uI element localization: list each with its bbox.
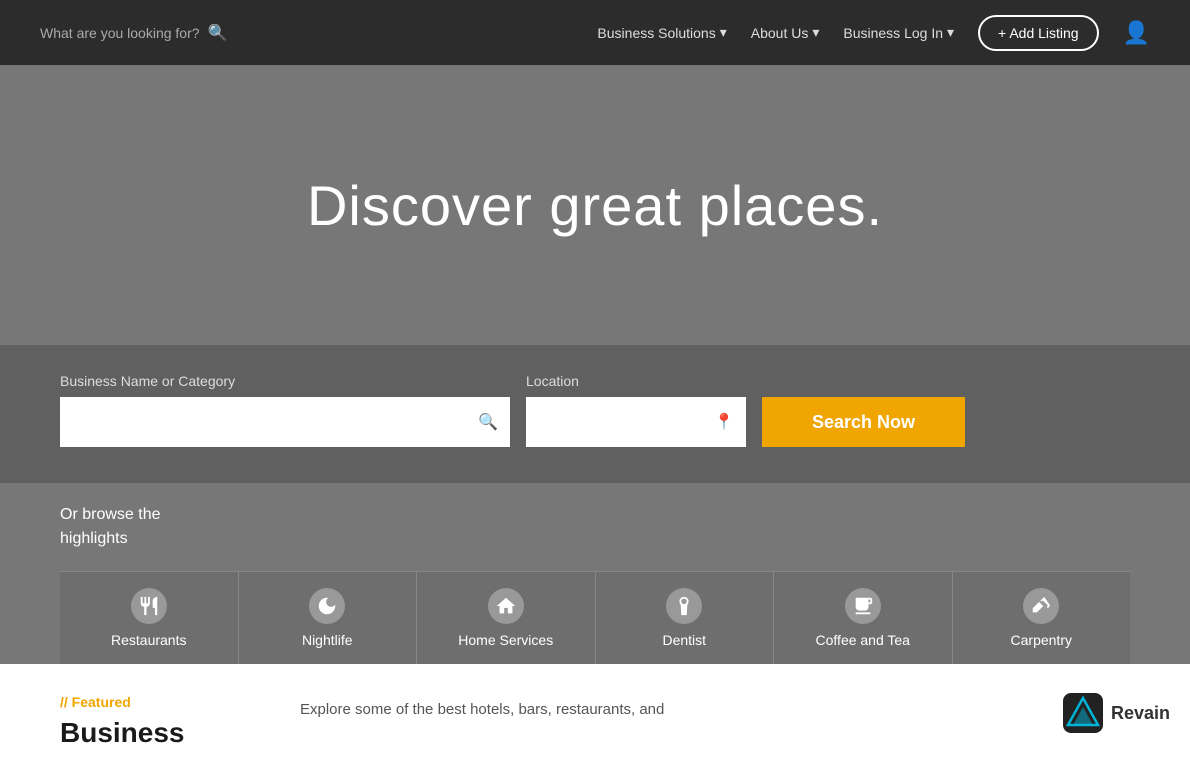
search-row: Business Name or Category 🔍 Location 📍 S… bbox=[60, 373, 1130, 447]
categories-bar: Restaurants Nightlife Home Services Dent… bbox=[60, 571, 1130, 664]
business-label: Business Name or Category bbox=[60, 373, 510, 389]
browse-text: Or browse the highlights bbox=[60, 503, 1130, 551]
restaurants-label: Restaurants bbox=[111, 632, 186, 648]
featured-description: Explore some of the best hotels, bars, r… bbox=[300, 694, 1130, 750]
location-label: Location bbox=[526, 373, 746, 389]
featured-left: // Featured Business bbox=[60, 694, 260, 750]
revain-logo-icon bbox=[1063, 693, 1103, 733]
dentist-label: Dentist bbox=[662, 632, 706, 648]
chevron-down-icon: ▾ bbox=[720, 24, 727, 41]
chevron-down-icon: ▾ bbox=[947, 24, 954, 41]
search-icon[interactable]: 🔍 bbox=[208, 23, 228, 43]
coffee-icon bbox=[845, 588, 881, 624]
hero-title: Discover great places. bbox=[307, 173, 883, 238]
nav-search-area[interactable]: What are you looking for? 🔍 bbox=[40, 23, 227, 43]
home-services-label: Home Services bbox=[458, 632, 553, 648]
business-input[interactable] bbox=[60, 397, 510, 447]
nav-search-text: What are you looking for? bbox=[40, 25, 200, 41]
revain-logo-area: Revain bbox=[1063, 693, 1170, 733]
restaurants-icon bbox=[131, 588, 167, 624]
category-dentist[interactable]: Dentist bbox=[596, 572, 775, 664]
category-home-services[interactable]: Home Services bbox=[417, 572, 596, 664]
location-input-wrap: 📍 bbox=[526, 397, 746, 447]
category-carpentry[interactable]: Carpentry bbox=[953, 572, 1131, 664]
revain-text: Revain bbox=[1111, 703, 1170, 724]
featured-heading: Business bbox=[60, 716, 260, 750]
location-field: Location 📍 bbox=[526, 373, 746, 447]
user-icon[interactable]: 👤 bbox=[1123, 20, 1150, 46]
nav-link-business-login[interactable]: Business Log In ▾ bbox=[843, 24, 954, 41]
category-coffee[interactable]: Coffee and Tea bbox=[774, 572, 953, 664]
navbar: What are you looking for? 🔍 Business Sol… bbox=[0, 0, 1190, 65]
category-nightlife[interactable]: Nightlife bbox=[239, 572, 418, 664]
nav-links: Business Solutions ▾ About Us ▾ Business… bbox=[597, 15, 1150, 51]
business-field: Business Name or Category 🔍 bbox=[60, 373, 510, 447]
carpentry-label: Carpentry bbox=[1011, 632, 1072, 648]
add-listing-button[interactable]: + Add Listing bbox=[978, 15, 1099, 51]
browse-section: Or browse the highlights Restaurants Nig… bbox=[0, 483, 1190, 664]
nav-link-business-solutions[interactable]: Business Solutions ▾ bbox=[597, 24, 726, 41]
featured-section: // Featured Business Explore some of the… bbox=[0, 664, 1190, 780]
hero-section: Discover great places. bbox=[0, 65, 1190, 345]
nightlife-label: Nightlife bbox=[302, 632, 353, 648]
featured-tag: // Featured bbox=[60, 694, 260, 710]
location-input[interactable] bbox=[526, 397, 746, 447]
category-restaurants[interactable]: Restaurants bbox=[60, 572, 239, 664]
search-now-button[interactable]: Search Now bbox=[762, 397, 965, 447]
home-services-icon bbox=[488, 588, 524, 624]
business-input-wrap: 🔍 bbox=[60, 397, 510, 447]
search-section: Business Name or Category 🔍 Location 📍 S… bbox=[0, 345, 1190, 483]
carpentry-icon bbox=[1023, 588, 1059, 624]
nightlife-icon bbox=[309, 588, 345, 624]
chevron-down-icon: ▾ bbox=[812, 24, 819, 41]
coffee-label: Coffee and Tea bbox=[816, 632, 910, 648]
nav-link-about-us[interactable]: About Us ▾ bbox=[751, 24, 820, 41]
dentist-icon bbox=[666, 588, 702, 624]
